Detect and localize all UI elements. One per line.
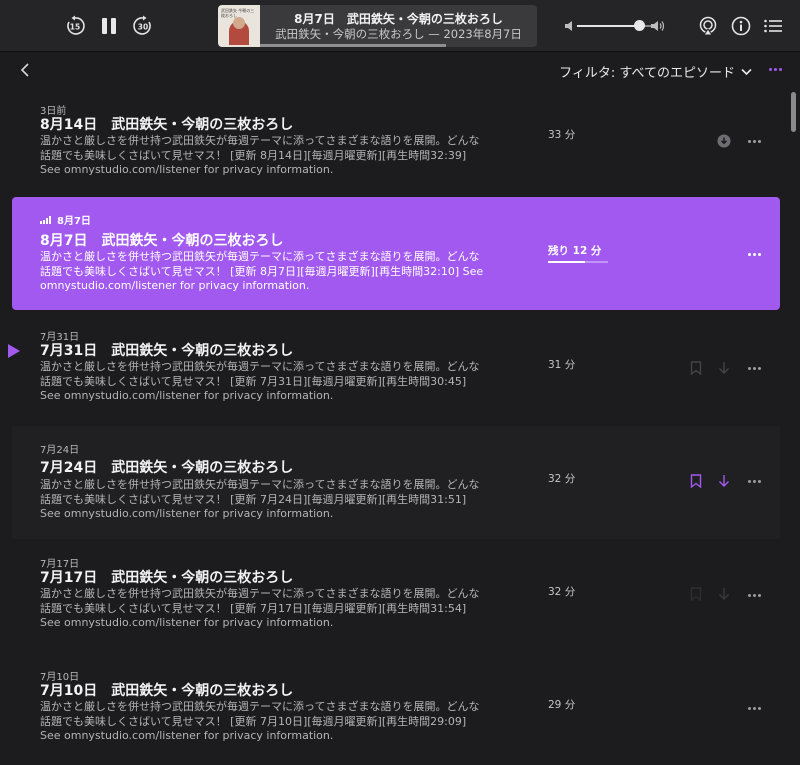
skip-forward-icon: 30 — [133, 15, 151, 35]
episode-row[interactable]: 7月17日 7月17日 武田鉄矢・今朝の三枚おろし 温かさと厳しさを併せ持つ武田… — [12, 547, 780, 660]
episode-more-button[interactable] — [745, 136, 763, 146]
episode-more-button[interactable] — [745, 363, 763, 373]
episode-duration: 32 分 — [548, 586, 576, 598]
airplay-icon — [699, 16, 717, 36]
back-button[interactable] — [18, 62, 34, 78]
episode-more-button[interactable] — [745, 476, 763, 486]
playback-toolbar: 15 30 武田鉄矢 今朝の三枚おろし 8月7日 武田鉄矢・今朝の三枚おろし 武… — [0, 0, 800, 52]
episode-description: 温かさと厳しさを併せ持つ武田鉄矢が毎週テーマに添ってさまざまな語りを展開。どんな… — [40, 700, 480, 742]
episode-row[interactable]: 7月10日 7月10日 武田鉄矢・今朝の三枚おろし 温かさと厳しさを併せ持つ武田… — [12, 660, 780, 765]
chevron-down-icon — [741, 68, 752, 75]
chevron-left-icon — [20, 63, 29, 77]
episode-title: 7月31日 武田鉄矢・今朝の三枚おろし — [40, 343, 294, 359]
volume-low-icon — [565, 21, 572, 31]
airplay-button[interactable] — [697, 15, 719, 37]
episode-title: 7月17日 武田鉄矢・今朝の三枚おろし — [40, 570, 294, 586]
episode-date: 7月24日 — [40, 445, 80, 456]
episode-duration: 32 分 — [548, 473, 576, 485]
skip-back-label: 15 — [70, 23, 80, 32]
episode-time-remaining: 残り 12 分 — [548, 245, 602, 257]
episode-progress-fill — [548, 261, 586, 263]
bookmark-icon[interactable] — [689, 587, 703, 601]
episode-date: 8月7日 — [40, 212, 91, 227]
episode-duration: 33 分 — [548, 129, 576, 141]
skip-back-icon: 15 — [67, 15, 85, 35]
download-icon[interactable] — [717, 474, 731, 488]
episode-description: 温かさと厳しさを併せ持つ武田鉄矢が毎週テーマに添ってさまざまな語りを展開。どんな… — [40, 250, 484, 292]
episode-duration: 29 分 — [548, 699, 576, 711]
now-playing-subtitle: 武田鉄矢・今朝の三枚おろし — 2023年8月7日 — [275, 27, 522, 41]
episode-row[interactable]: 3日前 8月14日 武田鉄矢・今朝の三枚おろし 温かさと厳しさを併せ持つ武田鉄矢… — [12, 94, 780, 207]
info-icon — [731, 16, 751, 36]
filter-dropdown[interactable]: フィルタ: すべてのエピソード — [559, 62, 752, 81]
now-playing-progress[interactable] — [260, 44, 446, 47]
pause-icon — [102, 18, 116, 34]
scrollbar[interactable] — [791, 92, 796, 132]
episode-title: 7月24日 武田鉄矢・今朝の三枚おろし — [40, 460, 294, 476]
volume-slider-knob[interactable] — [633, 20, 645, 31]
episode-row[interactable]: 7月24日 7月24日 武田鉄矢・今朝の三枚おろし 温かさと厳しさを併せ持つ武田… — [12, 426, 780, 539]
downloaded-icon — [717, 134, 731, 148]
now-playing-bars-icon — [40, 215, 51, 224]
filter-label: フィルタ: すべてのエピソード — [559, 66, 735, 81]
episode-title: 8月14日 武田鉄矢・今朝の三枚おろし — [40, 117, 294, 133]
episode-description: 温かさと厳しさを併せ持つ武田鉄矢が毎週テーマに添ってさまざまな語りを展開。どんな… — [40, 587, 480, 629]
episode-more-button[interactable] — [745, 590, 763, 600]
pause-button[interactable] — [99, 15, 119, 37]
play-indicator-icon — [8, 344, 20, 358]
episode-artwork: 武田鉄矢 今朝の三枚おろし — [218, 5, 260, 47]
info-button[interactable] — [730, 15, 752, 37]
download-icon[interactable] — [717, 587, 731, 601]
more-options-button[interactable] — [766, 62, 784, 76]
episode-duration: 31 分 — [548, 359, 576, 371]
episode-progress-track — [548, 261, 608, 263]
now-playing-panel[interactable]: 武田鉄矢 今朝の三枚おろし 8月7日 武田鉄矢・今朝の三枚おろし 武田鉄矢・今朝… — [218, 5, 537, 47]
episode-row[interactable]: 7月31日 7月31日 武田鉄矢・今朝の三枚おろし 温かさと厳しさを併せ持つ武田… — [8, 320, 780, 433]
episode-row-selected[interactable]: 8月7日 8月7日 武田鉄矢・今朝の三枚おろし 温かさと厳しさを併せ持つ武田鉄矢… — [12, 197, 780, 310]
more-dots-icon — [768, 67, 772, 71]
bookmark-icon[interactable] — [689, 361, 703, 375]
volume-control[interactable] — [565, 17, 665, 35]
skip-back-15-button[interactable]: 15 — [63, 14, 87, 38]
episode-date-text: 8月7日 — [57, 216, 91, 227]
episode-title: 8月7日 武田鉄矢・今朝の三枚おろし — [40, 233, 284, 249]
episode-more-button[interactable] — [745, 249, 763, 259]
bookmark-icon[interactable] — [689, 474, 703, 488]
download-icon[interactable] — [717, 361, 731, 375]
episode-more-button[interactable] — [745, 703, 763, 713]
list-icon — [764, 19, 782, 33]
skip-forward-label: 30 — [138, 23, 148, 32]
episode-title: 7月10日 武田鉄矢・今朝の三枚おろし — [40, 683, 294, 699]
episode-description: 温かさと厳しさを併せ持つ武田鉄矢が毎週テーマに添ってさまざまな語りを展開。どんな… — [40, 134, 480, 176]
episode-description: 温かさと厳しさを併せ持つ武田鉄矢が毎週テーマに添ってさまざまな語りを展開。どんな… — [40, 360, 480, 402]
episode-description: 温かさと厳しさを併せ持つ武田鉄矢が毎週テーマに添ってさまざまな語りを展開。どんな… — [40, 478, 480, 520]
now-playing-title: 8月7日 武田鉄矢・今朝の三枚おろし — [294, 12, 503, 26]
volume-fill — [577, 25, 640, 27]
queue-list-button[interactable] — [762, 15, 784, 37]
volume-high-icon — [651, 21, 665, 31]
skip-forward-30-button[interactable]: 30 — [131, 14, 155, 38]
